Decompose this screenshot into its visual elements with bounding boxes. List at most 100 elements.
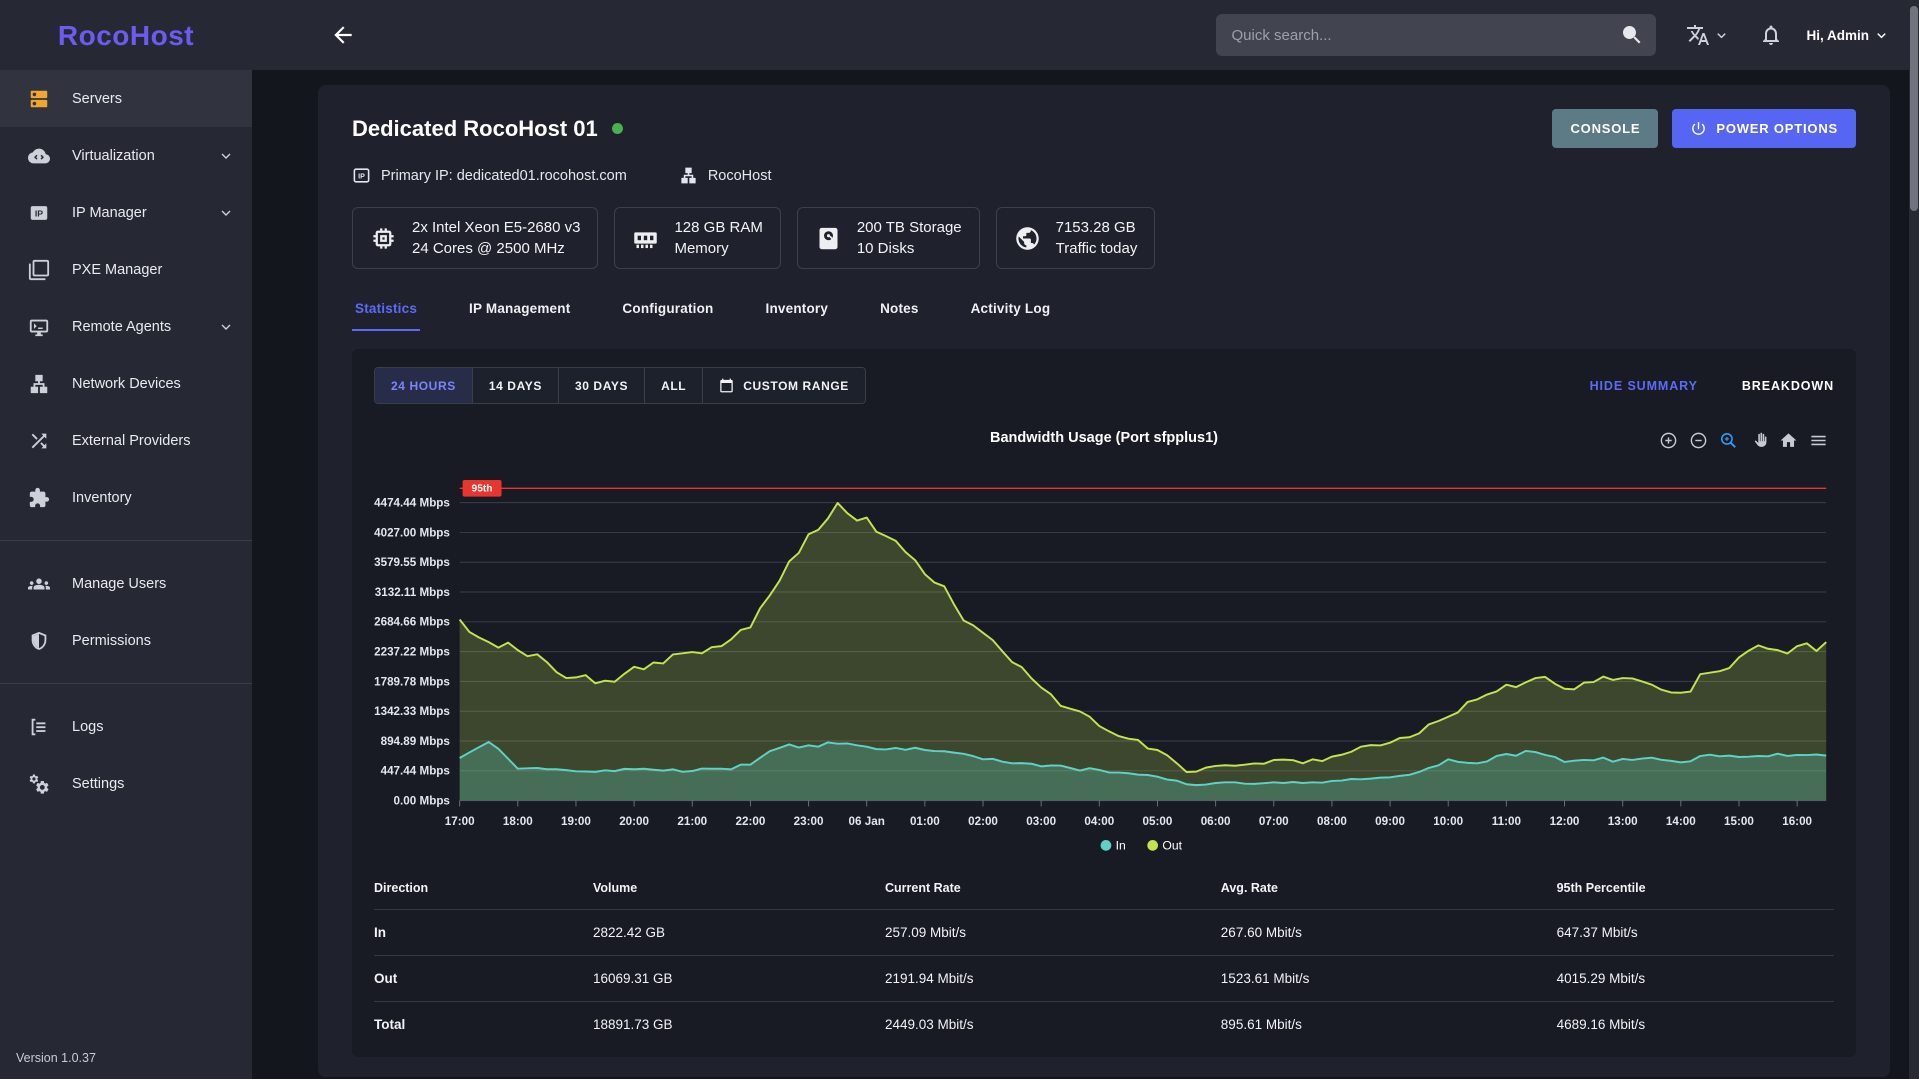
cell-volume: 16069.31 GB [593, 971, 885, 986]
tab-activity-log[interactable]: Activity Log [968, 301, 1054, 331]
search-input[interactable] [1216, 14, 1656, 56]
spec-card-ram: 128 GB RAMMemory [614, 207, 780, 269]
power-icon [1690, 120, 1707, 137]
tab-inventory[interactable]: Inventory [763, 301, 832, 331]
power-options-button[interactable]: POWER OPTIONS [1672, 109, 1856, 148]
svg-text:17:00: 17:00 [445, 815, 475, 828]
svg-text:19:00: 19:00 [561, 815, 591, 828]
spec-line1: 2x Intel Xeon E5-2680 v3 [412, 217, 580, 238]
sidebar-item-pxe-manager[interactable]: PXE Manager [0, 241, 252, 298]
chart-controls: 24 HOURS 14 DAYS 30 DAYS ALL CUSTOM RANG… [374, 367, 1834, 404]
cell-direction: Out [374, 971, 593, 986]
cpu-icon [370, 225, 397, 252]
breakdown-link[interactable]: BREAKDOWN [1742, 379, 1834, 393]
sidebar-item-network-devices[interactable]: Network Devices [0, 355, 252, 412]
logs-icon [28, 716, 50, 738]
zoom-out-icon[interactable] [1689, 431, 1708, 450]
sidebar-item-label: IP Manager [72, 205, 147, 221]
calendar-icon [719, 378, 734, 393]
cell-volume: 2822.42 GB [593, 925, 885, 940]
range-30-days[interactable]: 30 DAYS [559, 368, 645, 403]
users-icon [28, 573, 50, 595]
summary-controls: HIDE SUMMARY BREAKDOWN [1590, 379, 1834, 393]
sidebar-item-external-providers[interactable]: External Providers [0, 412, 252, 469]
range-14-days[interactable]: 14 DAYS [473, 368, 559, 403]
page-scrollbar[interactable] [1909, 0, 1919, 1079]
pan-hand-icon[interactable] [1749, 431, 1768, 450]
svg-text:12:00: 12:00 [1550, 815, 1580, 828]
main-area: Hi, Admin Dedicated RocoHost 01 CONSOLE … [252, 0, 1919, 1079]
svg-text:Out: Out [1162, 838, 1182, 852]
svg-text:3132.11 Mbps: 3132.11 Mbps [375, 586, 450, 599]
sidebar-item-servers[interactable]: Servers [0, 70, 252, 127]
selection-zoom-icon[interactable] [1719, 431, 1738, 450]
svg-text:09:00: 09:00 [1375, 815, 1405, 828]
console-button[interactable]: CONSOLE [1552, 109, 1658, 148]
time-range-group: 24 HOURS 14 DAYS 30 DAYS ALL CUSTOM RANG… [374, 367, 866, 404]
cell-volume: 18891.73 GB [593, 1017, 885, 1032]
sidebar-nav-system: Logs Settings [0, 696, 252, 814]
ip-badge-icon: IP [352, 166, 371, 185]
notifications-button[interactable] [1759, 23, 1783, 47]
sidebar-divider [0, 683, 252, 684]
spec-card-traffic: 7153.28 GBTraffic today [996, 207, 1156, 269]
svg-text:4474.44 Mbps: 4474.44 Mbps [374, 497, 450, 510]
table-row-total: Total 18891.73 GB 2449.03 Mbit/s 895.61 … [374, 1001, 1834, 1047]
cell-current-rate: 2191.94 Mbit/s [885, 971, 1221, 986]
scrollbar-thumb[interactable] [1910, 6, 1918, 211]
sidebar-item-label: Servers [72, 91, 122, 107]
sidebar-item-label: PXE Manager [72, 262, 162, 278]
language-switcher[interactable] [1686, 23, 1729, 47]
range-custom[interactable]: CUSTOM RANGE [703, 368, 865, 403]
col-volume: Volume [593, 881, 885, 895]
svg-text:07:00: 07:00 [1259, 815, 1289, 828]
sidebar-item-permissions[interactable]: Permissions [0, 612, 252, 669]
server-actions: CONSOLE POWER OPTIONS [1552, 109, 1856, 148]
svg-text:06 Jan: 06 Jan [849, 815, 885, 828]
sidebar-item-remote-agents[interactable]: Remote Agents [0, 298, 252, 355]
chevron-down-icon [1874, 28, 1889, 43]
gears-icon [28, 773, 50, 795]
zoom-in-icon[interactable] [1659, 431, 1678, 450]
svg-text:11:00: 11:00 [1492, 815, 1521, 828]
spec-card-storage: 200 TB Storage10 Disks [797, 207, 980, 269]
server-header: Dedicated RocoHost 01 CONSOLE POWER OPTI… [352, 109, 1856, 148]
spec-line2: Memory [674, 238, 762, 259]
tab-statistics[interactable]: Statistics [352, 301, 420, 331]
lan-icon [679, 166, 698, 185]
puzzle-icon [28, 487, 50, 509]
hide-summary-link[interactable]: HIDE SUMMARY [1590, 379, 1698, 393]
svg-text:10:00: 10:00 [1433, 815, 1463, 828]
user-menu[interactable]: Hi, Admin [1807, 28, 1890, 43]
lan-icon [28, 373, 50, 395]
sidebar-divider [0, 540, 252, 541]
home-reset-icon[interactable] [1779, 431, 1798, 450]
ram-icon [632, 225, 659, 252]
globe-icon [1014, 225, 1041, 252]
cell-avg-rate: 267.60 Mbit/s [1221, 925, 1557, 940]
svg-text:14:00: 14:00 [1666, 815, 1696, 828]
tab-notes[interactable]: Notes [877, 301, 922, 331]
range-24-hours[interactable]: 24 HOURS [375, 368, 473, 403]
sidebar-item-logs[interactable]: Logs [0, 698, 252, 755]
host-group: RocoHost [679, 166, 772, 185]
menu-icon[interactable] [1809, 431, 1828, 450]
col-avg-rate: Avg. Rate [1221, 881, 1557, 895]
sidebar-item-ip-manager[interactable]: IP IP Manager [0, 184, 252, 241]
tab-ip-management[interactable]: IP Management [466, 301, 573, 331]
search-icon[interactable] [1620, 23, 1644, 47]
sidebar-item-virtualization[interactable]: Virtualization [0, 127, 252, 184]
sidebar-item-settings[interactable]: Settings [0, 755, 252, 812]
translate-icon [1686, 23, 1710, 47]
range-all[interactable]: ALL [645, 368, 703, 403]
svg-text:08:00: 08:00 [1317, 815, 1347, 828]
tab-configuration[interactable]: Configuration [619, 301, 716, 331]
back-arrow-button[interactable] [330, 22, 356, 48]
sidebar-item-manage-users[interactable]: Manage Users [0, 555, 252, 612]
primary-ip-text: Primary IP: dedicated01.rocohost.com [381, 168, 627, 184]
primary-ip: IP Primary IP: dedicated01.rocohost.com [352, 166, 627, 185]
spec-line1: 7153.28 GB [1056, 217, 1138, 238]
bandwidth-chart[interactable]: 0.00 Mbps447.44 Mbps894.89 Mbps1342.33 M… [374, 458, 1834, 861]
sidebar-item-inventory[interactable]: Inventory [0, 469, 252, 526]
cloud-icon [28, 145, 50, 167]
